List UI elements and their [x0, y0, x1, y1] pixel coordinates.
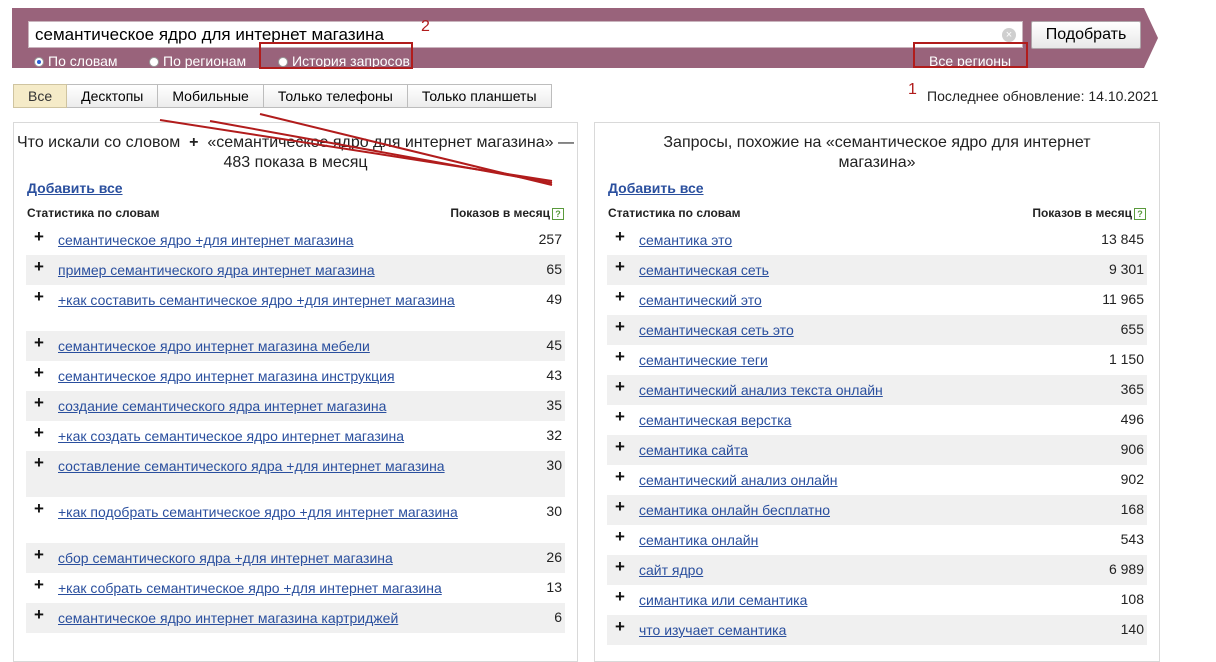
annotation-lines: [159, 113, 553, 186]
annotation-line: [209, 120, 553, 184]
annotation-line: [259, 113, 553, 186]
